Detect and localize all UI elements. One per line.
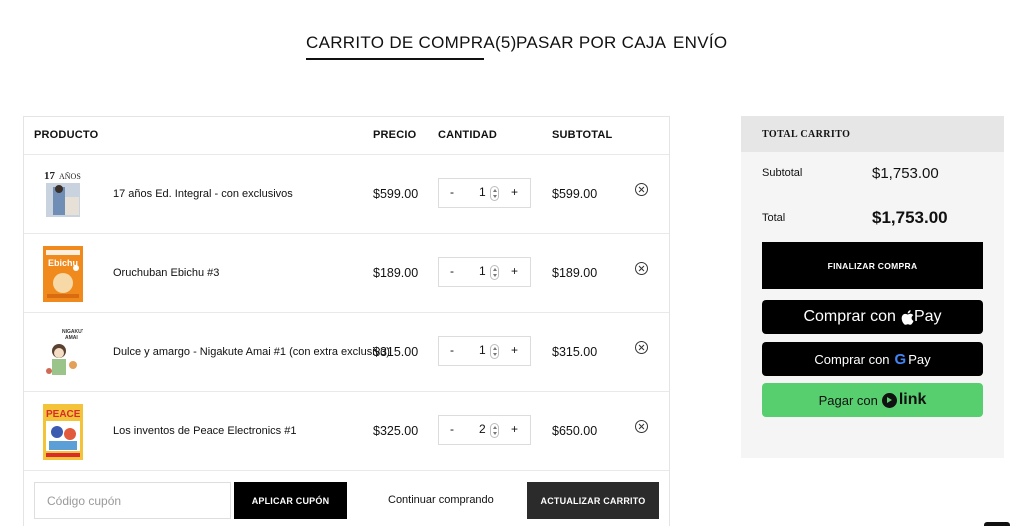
apple-pay-button[interactable]: Comprar con Pay	[762, 300, 983, 334]
product-name[interactable]: Los inventos de Peace Electronics #1	[113, 425, 296, 437]
remove-item-icon[interactable]	[635, 420, 648, 433]
apple-pay-prefix: Comprar con	[803, 308, 896, 325]
subtotal-value: $1,753.00	[872, 165, 939, 182]
total-value: $1,753.00	[872, 208, 948, 227]
continue-shopping-link[interactable]: Continuar comprando	[388, 494, 494, 506]
apple-pay-brand-text: Pay	[913, 308, 942, 325]
table-row: Ebichu Oruchuban Ebichu #3 $189.00 - 1 +…	[24, 234, 669, 313]
link-pay-button[interactable]: Pagar con link	[762, 383, 983, 417]
header-product: PRODUCTO	[34, 129, 99, 141]
increase-button[interactable]: +	[511, 343, 518, 357]
link-brand: link	[881, 391, 927, 409]
svg-text:17: 17	[44, 170, 56, 182]
apply-coupon-button[interactable]: APLICAR CUPÓN	[234, 482, 347, 519]
subtotal-label: Subtotal	[762, 167, 803, 179]
svg-text:PEACE: PEACE	[46, 409, 81, 420]
row-subtotal: $650.00	[552, 424, 598, 438]
table-header: PRODUCTO PRECIO CANTIDAD SUBTOTAL	[24, 117, 669, 155]
quantity-stepper: - 1 +	[438, 336, 531, 366]
cart-actions: APLICAR CUPÓN Continuar comprando ACTUAL…	[24, 471, 669, 526]
google-pay-button[interactable]: Comprar con G Pay	[762, 342, 983, 376]
cart-totals: TOTAL CARRITO Subtotal $1,753.00 Total $…	[741, 116, 1004, 458]
tab-carrito[interactable]: CARRITO DE COMPRA(5)	[306, 33, 517, 53]
svg-text:AMAI: AMAI	[65, 335, 78, 341]
google-pay-brand-text: Pay	[908, 351, 931, 367]
remove-item-icon[interactable]	[635, 341, 648, 354]
checkout-button[interactable]: FINALIZAR COMPRA	[762, 242, 983, 289]
decrease-button[interactable]: -	[450, 264, 454, 278]
quantity-stepper: - 1 +	[438, 257, 531, 287]
table-row: 17 AÑOS 17 años Ed. Integral - con exclu…	[24, 155, 669, 234]
row-subtotal: $599.00	[552, 187, 598, 201]
header-subtotal: SUBTOTAL	[552, 129, 613, 141]
quantity-input[interactable]: 2	[479, 422, 486, 436]
floating-widget-tab[interactable]	[984, 522, 1010, 526]
product-thumbnail[interactable]: 17 AÑOS	[43, 167, 83, 223]
product-price: $325.00	[373, 424, 419, 438]
link-brand-text: link	[898, 391, 927, 408]
remove-item-icon[interactable]	[635, 183, 648, 196]
apple-logo-icon	[901, 309, 914, 325]
product-thumbnail[interactable]: NIGAKUTE AMAI	[43, 325, 83, 381]
cart-table: PRODUCTO PRECIO CANTIDAD SUBTOTAL 17 AÑO…	[23, 116, 670, 526]
active-tab-underline	[306, 58, 484, 60]
update-cart-button[interactable]: ACTUALIZAR CARRITO	[527, 482, 659, 519]
header-quantity: CANTIDAD	[438, 129, 498, 141]
spinner-icon[interactable]	[490, 186, 499, 201]
google-pay-prefix: Comprar con	[814, 351, 890, 367]
product-name[interactable]: Dulce y amargo - Nigakute Amai #1 (con e…	[113, 346, 390, 358]
product-thumbnail[interactable]: Ebichu	[43, 246, 83, 302]
totals-header: TOTAL CARRITO	[741, 116, 1004, 152]
increase-button[interactable]: +	[511, 264, 518, 278]
product-price: $599.00	[373, 187, 419, 201]
row-subtotal: $315.00	[552, 345, 598, 359]
totals-title: TOTAL CARRITO	[762, 129, 851, 140]
checkout-steps: CARRITO DE COMPRA(5) PASAR POR CAJA ENVÍ…	[0, 33, 1024, 63]
product-name[interactable]: 17 años Ed. Integral - con exclusivos	[113, 188, 293, 200]
coupon-input[interactable]	[34, 482, 231, 519]
tab-pasar-por-caja[interactable]: PASAR POR CAJA	[516, 33, 666, 53]
product-name[interactable]: Oruchuban Ebichu #3	[113, 267, 219, 279]
total-label: Total	[762, 212, 786, 224]
remove-item-icon[interactable]	[635, 262, 648, 275]
quantity-stepper: - 2 +	[438, 415, 531, 445]
row-subtotal: $189.00	[552, 266, 598, 280]
quantity-input[interactable]: 1	[479, 185, 486, 199]
product-price: $189.00	[373, 266, 419, 280]
quantity-stepper: - 1 +	[438, 178, 531, 208]
spinner-icon[interactable]	[490, 423, 499, 438]
product-thumbnail[interactable]: PEACE	[43, 404, 83, 460]
apple-pay-brand: Pay	[901, 308, 942, 326]
decrease-button[interactable]: -	[450, 343, 454, 357]
product-price: $315.00	[373, 345, 419, 359]
decrease-button[interactable]: -	[450, 422, 454, 436]
table-row: NIGAKUTE AMAI Dulce y amargo - Nigakute …	[24, 313, 669, 392]
table-row: PEACE Los inventos de Peace Electronics …	[24, 392, 669, 471]
google-g-icon: G	[894, 350, 907, 368]
quantity-input[interactable]: 1	[479, 264, 486, 278]
link-arrow-icon	[881, 392, 897, 408]
quantity-input[interactable]: 1	[479, 343, 486, 357]
spinner-icon[interactable]	[490, 344, 499, 359]
spinner-icon[interactable]	[490, 265, 499, 280]
increase-button[interactable]: +	[511, 185, 518, 199]
increase-button[interactable]: +	[511, 422, 518, 436]
link-pay-prefix: Pagar con	[818, 392, 878, 408]
google-pay-brand: G Pay	[895, 351, 931, 368]
decrease-button[interactable]: -	[450, 185, 454, 199]
svg-text:AÑOS: AÑOS	[59, 171, 81, 181]
tab-envio[interactable]: ENVÍO	[673, 33, 727, 53]
header-price: PRECIO	[373, 129, 417, 141]
